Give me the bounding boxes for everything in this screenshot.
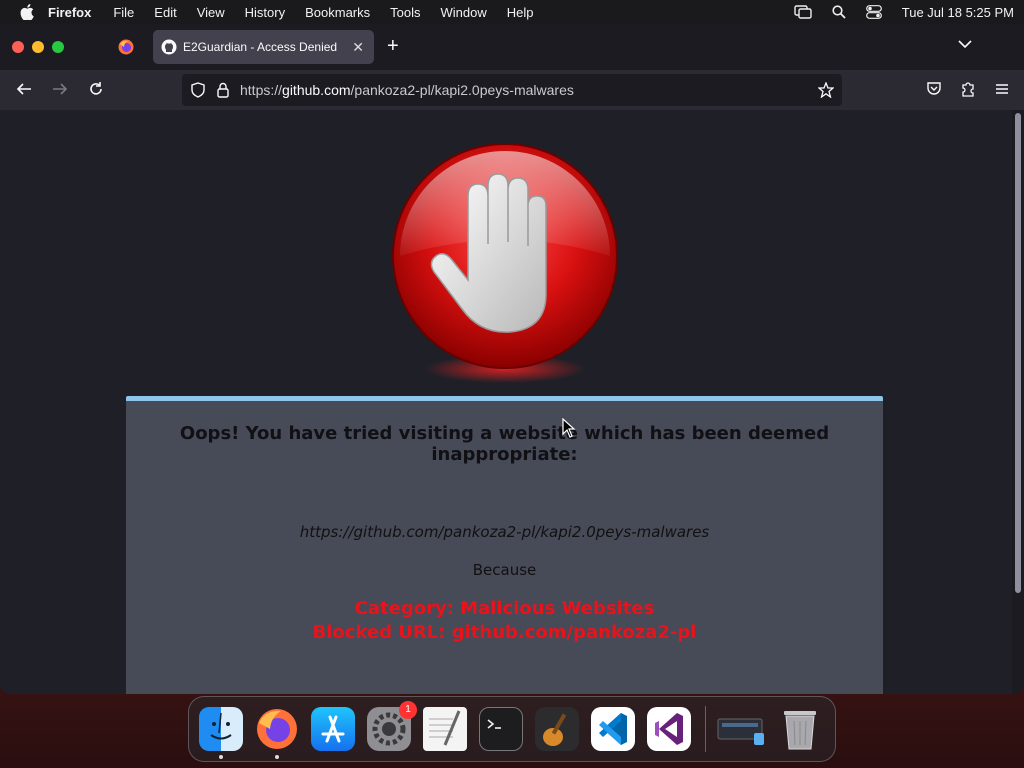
finder-running-dot — [219, 755, 223, 759]
menu-file[interactable]: File — [113, 5, 134, 20]
screen-mirroring-icon[interactable] — [794, 5, 812, 19]
toolbar-right — [926, 81, 1010, 97]
tab-title: E2Guardian - Access Denied — [183, 40, 338, 54]
denied-headline: Oops! You have tried visiting a website … — [179, 423, 830, 465]
textedit-icon[interactable] — [423, 707, 467, 751]
control-center-icon[interactable] — [865, 5, 882, 19]
reload-icon[interactable] — [88, 81, 104, 97]
menu-tools[interactable]: Tools — [390, 5, 420, 20]
menu-window[interactable]: Window — [441, 5, 487, 20]
firefox-running-dot — [275, 755, 279, 759]
dock: 1 — [188, 696, 836, 762]
menu-edit[interactable]: Edit — [154, 5, 176, 20]
reason-category: Category: Malicious Websites — [354, 598, 655, 619]
scrollbar-thumb[interactable] — [1015, 113, 1021, 593]
pocket-icon[interactable] — [926, 81, 942, 97]
page-scrollbar[interactable] — [1012, 110, 1024, 694]
menu-bookmarks[interactable]: Bookmarks — [305, 5, 370, 20]
denied-url: https://github.com/pankoza2-pl/kapi2.0pe… — [299, 523, 710, 541]
lock-icon[interactable] — [216, 82, 230, 98]
garageband-icon[interactable] — [535, 707, 579, 751]
address-bar[interactable]: https://github.com/pankoza2-pl/kapi2.0pe… — [182, 74, 842, 106]
vscode-icon[interactable] — [591, 707, 635, 751]
extensions-puzzle-icon[interactable] — [960, 81, 976, 97]
zoom-window-button[interactable] — [52, 41, 64, 53]
minimize-window-button[interactable] — [32, 41, 44, 53]
url-host: github.com — [282, 82, 351, 98]
dock-separator — [705, 706, 706, 752]
menubar-clock[interactable]: Tue Jul 18 5:25 PM — [902, 5, 1014, 20]
firefox-view-icon[interactable] — [118, 39, 134, 55]
forward-arrow-icon[interactable] — [52, 81, 68, 97]
hamburger-menu-icon[interactable] — [994, 81, 1010, 97]
tracking-protection-shield-icon[interactable] — [190, 82, 206, 98]
menu-bar: Firefox File Edit View History Bookmarks… — [0, 0, 1024, 24]
menu-app-name[interactable]: Firefox — [48, 5, 91, 20]
github-favicon-icon — [161, 39, 177, 55]
mouse-cursor-icon — [562, 418, 576, 438]
downloads-stack-icon[interactable] — [716, 707, 766, 751]
visual-studio-icon[interactable] — [647, 707, 691, 751]
menu-view[interactable]: View — [197, 5, 225, 20]
tab-bar: E2Guardian - Access Denied ✕ + — [0, 24, 1024, 70]
firefox-icon[interactable] — [255, 707, 299, 759]
system-settings-icon[interactable]: 1 — [367, 701, 417, 751]
trash-icon[interactable] — [778, 707, 822, 751]
spotlight-search-icon[interactable] — [832, 5, 846, 19]
because-label: Because — [472, 561, 537, 579]
list-all-tabs-chevron-icon[interactable] — [958, 39, 972, 49]
tab-active[interactable]: E2Guardian - Access Denied ✕ — [153, 30, 374, 64]
new-tab-button[interactable]: + — [387, 36, 399, 56]
page-content[interactable]: Oops! You have tried visiting a website … — [0, 110, 1012, 694]
bookmark-star-icon[interactable] — [818, 82, 834, 98]
apple-menu-icon[interactable] — [20, 4, 34, 20]
close-window-button[interactable] — [12, 41, 24, 53]
finder-icon[interactable] — [199, 707, 243, 759]
url-prefix: https:// — [240, 82, 283, 98]
window-controls — [12, 41, 64, 53]
reason-block: Category: Malicious Websites Blocked URL… — [126, 597, 883, 645]
menu-help[interactable]: Help — [507, 5, 534, 20]
menu-history[interactable]: History — [245, 5, 285, 20]
app-store-icon[interactable] — [311, 707, 355, 751]
terminal-icon[interactable] — [479, 707, 523, 751]
access-denied-panel: Oops! You have tried visiting a website … — [126, 396, 883, 694]
close-tab-icon[interactable]: ✕ — [352, 39, 364, 56]
settings-notification-badge: 1 — [399, 701, 417, 719]
firefox-window: E2Guardian - Access Denied ✕ + https:// … — [0, 24, 1024, 694]
back-arrow-icon[interactable] — [16, 81, 32, 97]
navigation-toolbar: https://github.com/pankoza2-pl/kapi2.0pe… — [0, 70, 1024, 110]
stop-hand-icon — [390, 143, 620, 384]
url-path: /pankoza2-pl/kapi2.0peys-malwares — [350, 82, 574, 98]
reason-blocked-url: Blocked URL: github.com/pankoza2-pl — [312, 622, 697, 643]
